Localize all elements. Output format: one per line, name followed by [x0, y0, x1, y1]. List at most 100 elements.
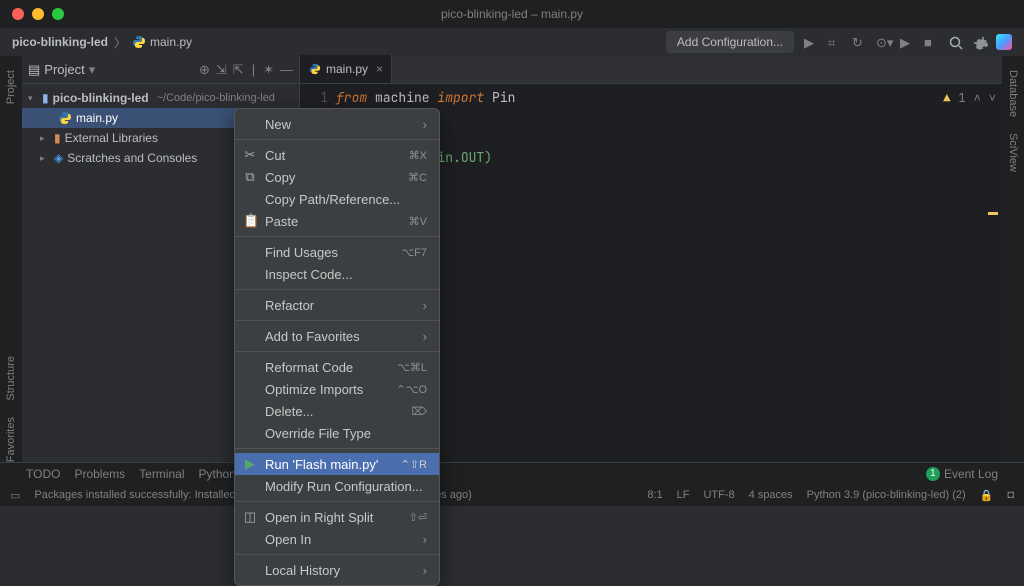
status-toggle-icon[interactable]: ▭	[10, 489, 20, 502]
status-cursor-pos[interactable]: 8:1	[647, 489, 662, 501]
breadcrumb[interactable]: pico-blinking-led 〉 main.py	[12, 34, 192, 51]
menu-run[interactable]: ▶Run 'Flash main.py'⌃⇧R	[235, 453, 439, 475]
copy-icon: ⧉	[243, 169, 257, 185]
ide-logo-icon[interactable]	[996, 34, 1012, 50]
coverage-icon[interactable]: ↻	[852, 35, 866, 49]
toolbar-right: Add Configuration... ▶ ⌗ ↻ ⊙▾ ▶ ■	[666, 31, 1012, 53]
run-icon[interactable]: ▶	[804, 35, 818, 49]
project-view-icon: ▤	[28, 62, 40, 78]
code-inspection-tools: ▲ 1 ˄ ˅	[943, 90, 996, 106]
right-edge-bar: Database SciView	[1002, 56, 1024, 462]
breadcrumb-file[interactable]: main.py	[150, 35, 192, 49]
status-indent[interactable]: 4 spaces	[749, 489, 793, 501]
stop-icon[interactable]: ■	[924, 35, 938, 49]
profile-icon[interactable]: ⊙▾	[876, 35, 890, 49]
run-icon: ▶	[243, 456, 257, 472]
editor-tab-main[interactable]: main.py ×	[300, 55, 392, 83]
tab-close-icon[interactable]: ×	[376, 62, 383, 76]
breadcrumb-separator-icon: 〉	[114, 34, 126, 51]
lock-icon[interactable]: 🔒	[980, 489, 994, 502]
status-message: Packages installed successfully: Install…	[34, 489, 244, 501]
run-anything-icon[interactable]: ▶	[900, 35, 914, 49]
chevron-right-icon: ›	[423, 532, 427, 547]
menu-copy[interactable]: ⧉Copy⌘C	[235, 166, 439, 188]
menu-add-favorites[interactable]: Add to Favorites›	[235, 325, 439, 347]
menu-local-history[interactable]: Local History›	[235, 559, 439, 581]
settings-icon[interactable]	[972, 35, 986, 49]
tool-terminal[interactable]: Terminal	[139, 467, 184, 481]
paste-icon: 📋	[243, 213, 257, 229]
minimize-window-icon[interactable]	[32, 8, 44, 20]
tool-problems[interactable]: Problems	[74, 467, 125, 481]
left-edge-bar: Project Structure Favorites	[0, 56, 22, 462]
cut-icon: ✂	[243, 147, 257, 163]
status-line-ending[interactable]: LF	[677, 489, 690, 501]
tool-favorites-tab[interactable]: Favorites	[5, 417, 17, 462]
chevron-right-icon[interactable]: ▸	[40, 153, 50, 164]
tree-root[interactable]: ▾ ▮ pico-blinking-led ~/Code/pico-blinki…	[22, 88, 299, 108]
menu-open-in[interactable]: Open In›	[235, 528, 439, 550]
tree-file-label: main.py	[76, 111, 118, 125]
python-file-icon	[308, 62, 322, 76]
status-encoding[interactable]: UTF-8	[703, 489, 734, 501]
chevron-up-icon[interactable]: ˄	[974, 90, 981, 106]
memory-icon[interactable]: ◘	[1007, 489, 1014, 501]
menu-refactor[interactable]: Refactor›	[235, 294, 439, 316]
scratches-icon: ◈	[54, 151, 63, 165]
expand-all-icon[interactable]: ⇲	[216, 62, 227, 78]
bottom-tool-bar: TODO Problems Terminal Python Console Py…	[0, 462, 1024, 484]
scrollbar-marker-icon[interactable]	[988, 212, 998, 215]
menu-inspect-code[interactable]: Inspect Code...	[235, 263, 439, 285]
menu-reformat[interactable]: Reformat Code⌥⌘L	[235, 356, 439, 378]
hide-icon[interactable]: —	[280, 62, 293, 77]
python-file-icon	[58, 111, 72, 125]
menu-modify-run-config[interactable]: Modify Run Configuration...	[235, 475, 439, 497]
menu-new[interactable]: New›	[235, 113, 439, 135]
menu-optimize-imports[interactable]: Optimize Imports⌃⌥O	[235, 378, 439, 400]
tool-structure-tab[interactable]: Structure	[5, 356, 17, 401]
warning-count: 1	[958, 90, 965, 106]
tool-project-tab[interactable]: Project	[5, 70, 17, 104]
menu-delete[interactable]: Delete...⌦	[235, 400, 439, 422]
maximize-window-icon[interactable]	[52, 8, 64, 20]
add-configuration-button[interactable]: Add Configuration...	[666, 31, 794, 53]
close-window-icon[interactable]	[12, 8, 24, 20]
status-bar: ▭ Packages installed successfully: Insta…	[0, 484, 1024, 506]
tool-database-tab[interactable]: Database	[1007, 70, 1019, 117]
tree-scratches-label: Scratches and Consoles	[67, 151, 197, 165]
folder-icon: ▮	[42, 91, 49, 105]
event-log-label: Event Log	[944, 467, 998, 481]
menu-override-filetype[interactable]: Override File Type	[235, 422, 439, 444]
tool-todo[interactable]: TODO	[26, 467, 60, 481]
menu-find-usages[interactable]: Find Usages⌥F7	[235, 241, 439, 263]
sidebar-title[interactable]: Project	[44, 62, 84, 77]
dropdown-icon[interactable]: ▾	[89, 62, 96, 78]
chevron-right-icon[interactable]: ▸	[40, 133, 50, 144]
chevron-down-icon[interactable]: ▾	[28, 93, 38, 104]
context-menu[interactable]: New› ✂Cut⌘X ⧉Copy⌘C Copy Path/Reference.…	[234, 108, 440, 586]
menu-open-right-split[interactable]: ◫Open in Right Split⇧⏎	[235, 506, 439, 528]
menu-paste[interactable]: 📋Paste⌘V	[235, 210, 439, 232]
nav-bar: pico-blinking-led 〉 main.py Add Configur…	[0, 28, 1024, 56]
libraries-icon: ▮	[54, 131, 61, 145]
search-icon[interactable]	[948, 35, 962, 49]
event-log-button[interactable]: 1 Event Log	[926, 467, 998, 481]
breadcrumb-project[interactable]: pico-blinking-led	[12, 35, 108, 49]
menu-copy-path[interactable]: Copy Path/Reference...	[235, 188, 439, 210]
sidebar-header: ▤ Project ▾ ⊕ ⇲ ⇱ | ✶ —	[22, 56, 299, 84]
tree-root-label: pico-blinking-led	[53, 91, 149, 105]
chevron-down-icon[interactable]: ˅	[989, 90, 996, 106]
debug-icon[interactable]: ⌗	[828, 35, 842, 49]
python-file-icon	[132, 35, 146, 49]
event-badge-icon: 1	[926, 467, 940, 481]
titlebar: pico-blinking-led – main.py	[0, 0, 1024, 28]
menu-cut[interactable]: ✂Cut⌘X	[235, 144, 439, 166]
warning-icon[interactable]: ▲	[943, 90, 950, 106]
settings-gear-icon[interactable]: ✶	[263, 62, 274, 78]
tree-root-path: ~/Code/pico-blinking-led	[157, 92, 275, 104]
collapse-all-icon[interactable]: ⇱	[233, 62, 244, 78]
tool-sciview-tab[interactable]: SciView	[1007, 133, 1019, 172]
locate-icon[interactable]: ⊕	[199, 62, 210, 78]
window-title: pico-blinking-led – main.py	[441, 7, 583, 21]
status-interpreter[interactable]: Python 3.9 (pico-blinking-led) (2)	[807, 489, 966, 501]
